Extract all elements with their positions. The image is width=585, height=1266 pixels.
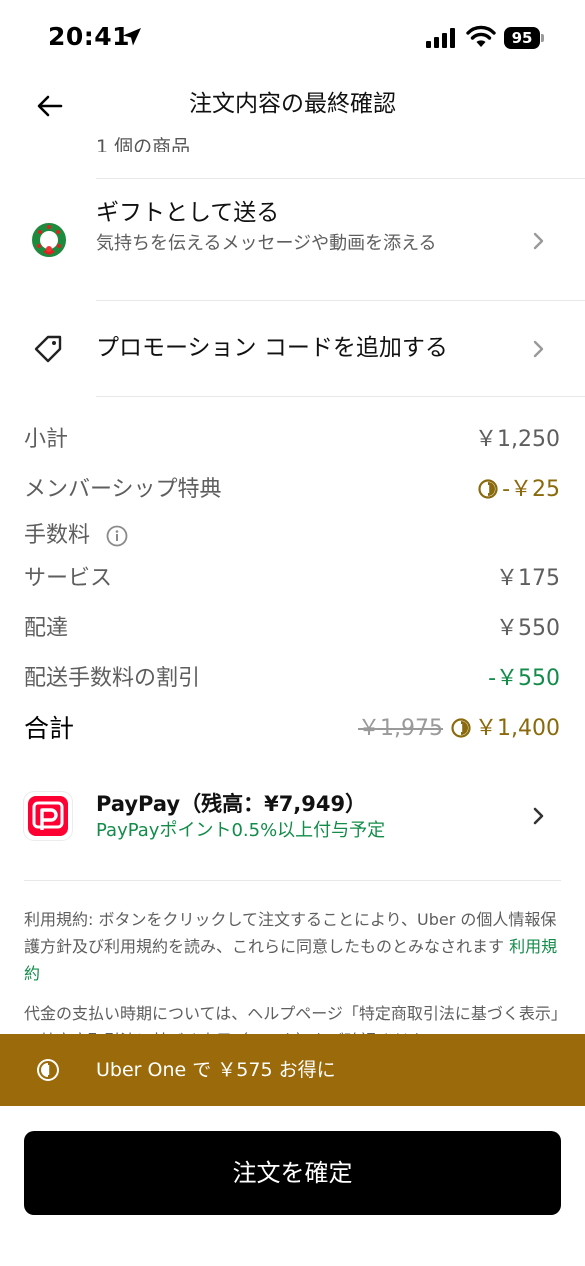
delivery-discount-value: -￥550 [488,666,560,691]
divider [96,178,585,179]
divider [24,880,561,881]
subtotal-row: 小計 ￥1,250 [24,423,560,457]
payment-subtitle: PayPayポイント0.5%以上付与予定 [96,820,386,841]
total-original-price: ￥1,975 [358,716,444,741]
total-row: 合計 ￥1,975 ￥1,400 [24,710,560,748]
item-count-text: 1 個の商品 [96,134,191,153]
delivery-discount-row: 配送手数料の割引 -￥550 [24,662,560,696]
tag-icon [34,335,62,363]
battery-level: 95 [504,27,540,49]
battery-indicator: 95 [504,27,544,49]
terms-body: 利用規約: ボタンをクリックして注文することにより、Uber の個人情報保護方針… [24,910,557,956]
delivery-label: 配達 [24,616,69,641]
page-title: 注文内容の最終確認 [189,91,396,117]
membership-label: メンバーシップ特典 [24,477,222,502]
membership-row: メンバーシップ特典 -￥25 [24,473,560,507]
legal-note: 代金の支払い時期については、ヘルプページ「特定商取引法に基づく表示」の特定商取引… [24,1004,559,1034]
membership-value: -￥25 [502,477,560,502]
total-label: 合計 [24,714,75,743]
location-arrow-icon [123,28,141,46]
wifi-icon [466,25,496,47]
delivery-fee-row: 配達 ￥550 [24,612,560,646]
gift-row[interactable]: ギフトとして送る 気持ちを伝えるメッセージや動画を添える [0,180,585,300]
status-time: 20:41 [48,22,131,51]
uber-one-savings-banner: Uber One で ￥575 お得に [0,1034,585,1106]
status-bar: 20:41 95 [0,0,585,78]
fees-label: 手数料 [24,523,91,548]
wreath-gift-icon [32,223,66,257]
item-count-label: 1 個の商品 [96,136,191,153]
total-price: ￥1,400 [475,716,560,741]
terms-text: 利用規約: ボタンをクリックして注文することにより、Uber の個人情報保護方針… [24,906,564,987]
membership-value-group: -￥25 [478,473,560,507]
uber-one-icon [478,479,498,499]
chevron-right-icon [533,340,544,358]
subtotal-label: 小計 [24,427,69,452]
fees-row: 手数料 [24,519,560,553]
chevron-right-icon [533,232,544,250]
banner-text: Uber One で ￥575 お得に [96,1059,336,1081]
delivery-value: ￥550 [496,616,560,641]
uber-one-icon [451,718,471,738]
delivery-discount-label: 配送手数料の割引 [24,666,201,691]
confirm-order-button[interactable]: 注文を確定 [24,1131,561,1215]
battery-cap [541,34,544,42]
uber-one-icon [37,1059,59,1081]
service-value: ￥175 [496,566,560,591]
info-icon[interactable] [106,525,128,547]
payment-title[interactable]: PayPay（残高：¥7,949） [96,788,366,820]
gift-title: ギフトとして送る [96,200,280,226]
gift-subtitle: 気持ちを伝えるメッセージや動画を添える [96,233,437,254]
divider [96,300,585,301]
promo-title: プロモーション コードを追加する [96,335,448,361]
total-values: ￥1,975 ￥1,400 [358,710,560,748]
service-fee-row: サービス ￥175 [24,562,560,596]
promo-code-row[interactable]: プロモーション コードを追加する [0,302,585,396]
service-label: サービス [24,566,113,591]
cellular-signal-icon [426,28,455,48]
divider [96,396,585,397]
paypay-logo [24,792,72,840]
subtotal-value: ￥1,250 [475,427,560,452]
chevron-right-icon[interactable] [530,806,546,826]
paypay-icon [28,796,68,836]
